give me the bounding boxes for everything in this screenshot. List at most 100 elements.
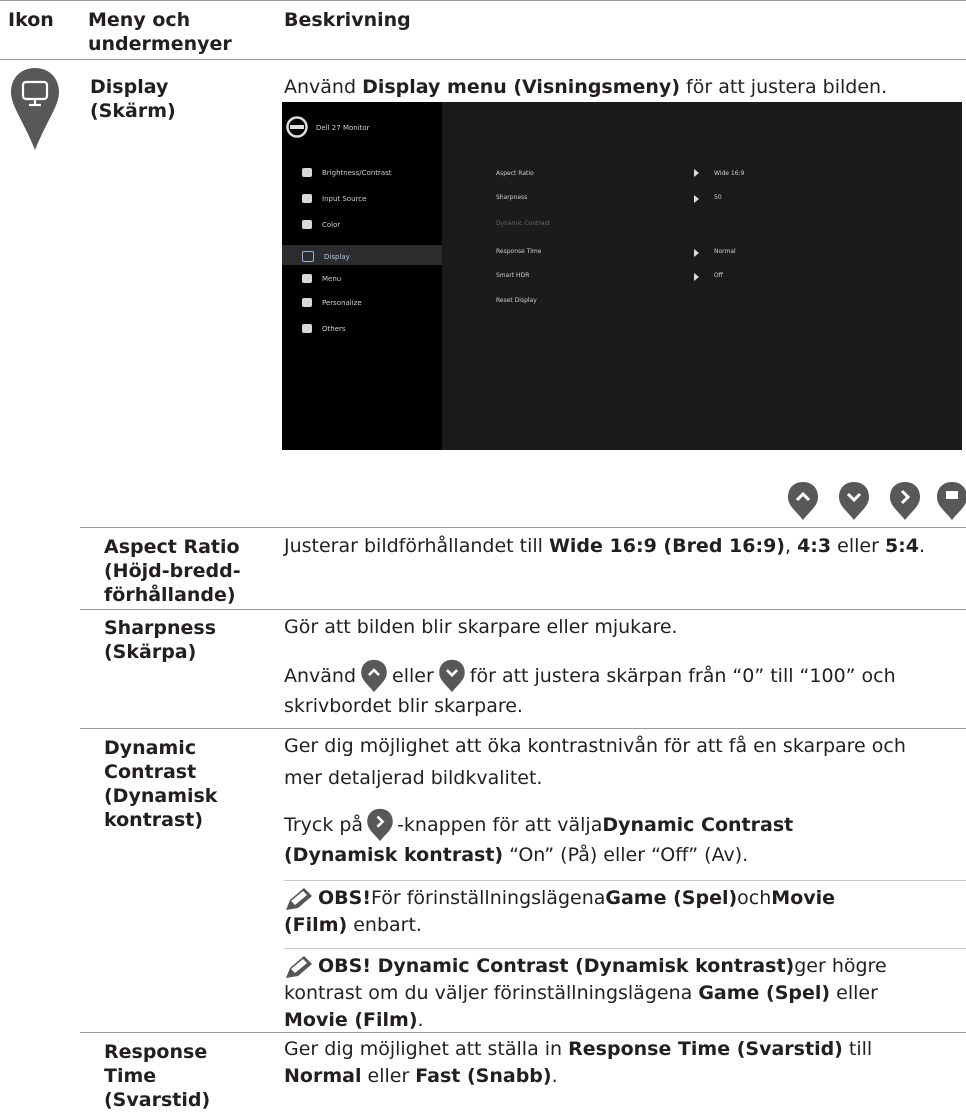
dynamic-note1: OBS! För förinställningslägena Game (Spe… <box>284 885 835 939</box>
aspect-b1: Wide 16:9 (Bred 16:9) <box>548 535 785 557</box>
osd-menu-item-label: Display <box>324 252 350 261</box>
dynamic-p2-bold1: Dynamic Contrast <box>602 813 794 836</box>
dynamic-p2-bold2: (Dynamisk kontrast) <box>284 844 504 866</box>
sharpness-menu-line2: (Skärpa) <box>104 641 197 663</box>
display-intro-pre: Använd <box>284 76 363 98</box>
dynamic-note2-l2-post: eller <box>830 982 878 1004</box>
aspect-m2: eller <box>831 535 885 557</box>
nav-back-button[interactable] <box>936 481 966 526</box>
sharpness-line2: Använd eller för att justera skärpan frå… <box>284 659 896 693</box>
osd-menu-item-label: Input Source <box>322 194 367 203</box>
aspect-m1: , <box>784 535 798 557</box>
sharpness-menu-line1: Sharpness <box>104 617 217 639</box>
aspect-b2: 4:3 <box>797 535 832 557</box>
osd-value-response: Normal <box>714 248 736 255</box>
dynamic-menu-label: Dynamic Contrast (Dynamisk kontrast) <box>104 736 217 832</box>
dynamic-menu-line1: Dynamic <box>104 737 197 759</box>
display-icon <box>302 251 314 262</box>
osd-setting-reset[interactable]: Reset Display <box>496 297 537 304</box>
aspect-b3: 5:4 <box>884 535 919 557</box>
col-header-menu-line2: undermenyer <box>88 33 232 55</box>
dynamic-note1-l2-t: enbart. <box>347 914 422 936</box>
aspect-menu-label: Aspect Ratio (Höjd-bredd- förhållande) <box>104 535 241 607</box>
response-menu-line3: (Svarstid) <box>104 1089 211 1111</box>
display-menu-label: Display (Skärm) <box>90 75 176 123</box>
response-description: Ger dig möjlighet att ställa in Response… <box>284 1036 872 1090</box>
aspect-menu-line3: förhållande) <box>104 584 236 606</box>
dynamic-menu-line2: Contrast <box>104 761 197 783</box>
osd-screenshot: Dell 27 Monitor Brightness/Contrast Inpu… <box>282 102 962 450</box>
nav-up-button[interactable] <box>787 481 819 526</box>
osd-menu-item-others[interactable]: Others <box>302 324 346 333</box>
sharpness-line3: skrivbordet blir skarpare. <box>284 695 523 717</box>
aspect-description: Justerar bildförhållandet till Wide 16:9… <box>284 533 925 560</box>
osd-menu-item-label: Brightness/Contrast <box>322 168 392 177</box>
chevron-right-icon <box>364 808 396 842</box>
note-pencil-icon <box>284 954 314 980</box>
chevron-up-icon <box>358 659 390 693</box>
osd-menu-item-input[interactable]: Input Source <box>302 194 366 203</box>
chevron-down-icon <box>436 659 468 693</box>
arrow-right-icon <box>694 195 699 203</box>
osd-setting-smart-hdr[interactable]: Smart HDR <box>496 272 529 279</box>
osd-menu-item-label: Personalize <box>322 298 362 307</box>
dynamic-note1-b3: Movie <box>771 887 836 909</box>
osd-value-sharpness: 50 <box>714 194 722 201</box>
col-header-icon: Ikon <box>8 9 54 31</box>
dynamic-p2: Tryck på -knappen för att välja Dynamic … <box>284 808 793 869</box>
dynamic-note1-m: och <box>737 887 772 909</box>
nav-down-button[interactable] <box>838 481 870 526</box>
osd-menu-item-color[interactable]: Color <box>302 220 340 229</box>
dynamic-note2-l2-pre: kontrast om du väljer förinställningsläg… <box>284 982 699 1004</box>
dynamic-note1-b2: Game (Spel) <box>605 887 738 909</box>
osd-setting-aspect[interactable]: Aspect Ratio <box>496 170 534 177</box>
dynamic-p2-tail: “On” (På) eller “Off” (Av). <box>503 844 749 866</box>
response-l1-b: Response Time (Svarstid) <box>568 1038 843 1060</box>
aspect-post: . <box>919 535 926 557</box>
display-intro-post: för att justera bilden. <box>680 76 888 98</box>
osd-menu-item-label: Menu <box>322 274 342 283</box>
sun-icon <box>302 168 312 177</box>
dynamic-note2-t: ger högre <box>794 955 887 977</box>
dynamic-note1-l2-b: (Film) <box>284 914 348 936</box>
dynamic-menu-line3: (Dynamisk <box>104 785 218 807</box>
col-header-menu: Meny och undermenyer <box>88 8 232 56</box>
dynamic-note1-bold: OBS! <box>318 887 371 909</box>
sharpness-l2-post: för att justera skärpan från “0” till “1… <box>469 664 896 687</box>
others-icon <box>302 324 312 333</box>
response-l2-b1: Normal <box>284 1065 362 1087</box>
display-menu-line2: (Skärm) <box>90 100 176 122</box>
osd-setting-response[interactable]: Response Time <box>496 248 541 255</box>
arrow-right-icon <box>694 249 699 257</box>
dynamic-note2: OBS! Dynamic Contrast (Dynamisk kontrast… <box>284 953 887 1034</box>
note-pencil-icon <box>284 886 314 912</box>
response-menu-line1: Response <box>104 1041 208 1063</box>
dynamic-p1-line1: Ger dig möjlighet att öka kontrastnivån … <box>284 735 906 757</box>
osd-menu-item-personalize[interactable]: Personalize <box>302 298 362 307</box>
aspect-menu-line1: Aspect Ratio <box>104 536 240 558</box>
color-icon <box>302 220 312 229</box>
osd-title: Dell 27 Monitor <box>316 124 370 132</box>
osd-value-aspect: Wide 16:9 <box>714 170 745 177</box>
response-l2-post: . <box>551 1065 558 1087</box>
dynamic-note2-l3-post: . <box>417 1009 424 1031</box>
sharpness-menu-label: Sharpness (Skärpa) <box>104 616 216 664</box>
osd-setting-dynamic-contrast: Dynamic Contrast <box>496 220 551 227</box>
dynamic-note2-l2-b: Game (Spel) <box>698 982 831 1004</box>
response-menu-label: Response Time (Svarstid) <box>104 1040 210 1112</box>
dynamic-p1-line2: mer detaljerad bildkvalitet. <box>284 767 543 789</box>
display-intro: Använd Display menu (Visningsmeny) för a… <box>284 74 887 101</box>
menu-icon <box>302 274 312 283</box>
col-header-menu-line1: Meny och <box>88 9 191 31</box>
osd-menu-item-brightness[interactable]: Brightness/Contrast <box>302 168 392 177</box>
osd-setting-sharpness[interactable]: Sharpness <box>496 194 527 201</box>
home-icon <box>302 298 312 307</box>
sharpness-line1: Gör att bilden blir skarpare eller mjuka… <box>284 616 678 638</box>
osd-menu-item-display[interactable]: Display <box>302 251 350 262</box>
dell-logo-icon <box>286 116 308 143</box>
nav-right-button[interactable] <box>889 481 921 526</box>
col-header-description: Beskrivning <box>284 9 411 31</box>
sharpness-l2-pre: Använd <box>284 664 357 687</box>
response-l2-b2: Fast (Snabb) <box>415 1065 552 1087</box>
osd-menu-item-menu[interactable]: Menu <box>302 274 341 283</box>
